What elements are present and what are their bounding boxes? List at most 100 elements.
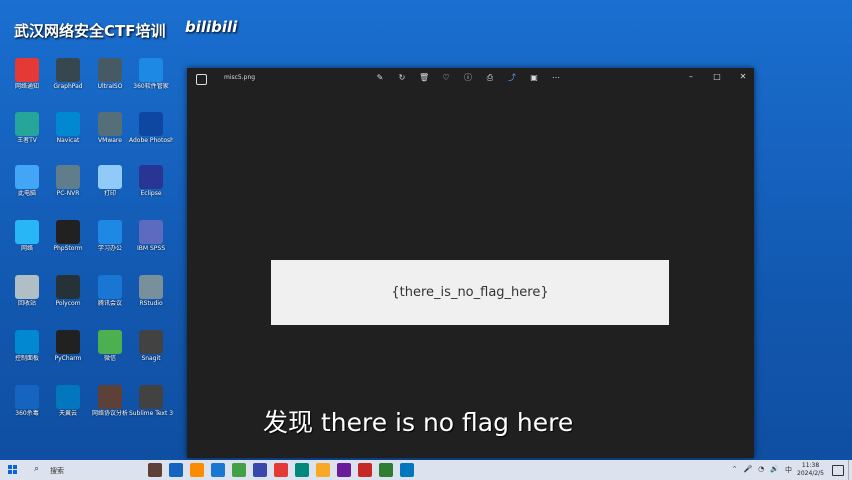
desktop-icon[interactable]: RStudio bbox=[129, 275, 173, 307]
taskbar-app-icon[interactable] bbox=[400, 463, 414, 477]
desktop-app-icon bbox=[56, 385, 80, 409]
taskbar-app-icon[interactable] bbox=[190, 463, 204, 477]
desktop-icon[interactable]: Sublime Text 3 bbox=[129, 385, 173, 417]
show-desktop-button[interactable] bbox=[848, 460, 852, 480]
desktop-icon[interactable]: Snagit bbox=[129, 330, 173, 362]
desktop-icon[interactable]: Eclipse bbox=[129, 165, 173, 197]
network-icon[interactable]: ◔ bbox=[758, 465, 764, 475]
bilibili-logo: bilibili bbox=[185, 18, 238, 36]
notification-icon[interactable] bbox=[832, 465, 844, 476]
search-icon: ⌕ bbox=[34, 464, 40, 474]
share-icon[interactable]: ⤴ bbox=[507, 73, 517, 83]
desktop-app-icon bbox=[15, 330, 39, 354]
taskbar-search[interactable]: ⌕ 搜索 bbox=[30, 463, 140, 477]
print-icon[interactable]: ⎙ bbox=[485, 73, 495, 83]
more-icon[interactable]: ⋯ bbox=[551, 73, 561, 83]
desktop-icon[interactable]: GraphPad bbox=[46, 58, 90, 90]
desktop-icon[interactable]: 360软件管家 bbox=[129, 58, 173, 90]
search-placeholder: 搜索 bbox=[50, 467, 64, 475]
desktop-icon-label: 打印 bbox=[103, 190, 116, 197]
desktop-icon-label: GraphPad bbox=[53, 83, 83, 90]
desktop-icon[interactable]: PyCharm bbox=[46, 330, 90, 362]
desktop-icon[interactable]: IBM SPSS bbox=[129, 220, 173, 252]
favorite-icon[interactable]: ♡ bbox=[441, 73, 451, 83]
desktop-icon-label: Eclipse bbox=[140, 190, 162, 197]
desktop-icon-label: PyCharm bbox=[54, 355, 82, 362]
rotate-icon[interactable]: ↻ bbox=[397, 73, 407, 83]
desktop-icon[interactable]: Polycom bbox=[46, 275, 90, 307]
desktop-icon-label: PC-NVR bbox=[56, 190, 80, 197]
taskbar-app-icon[interactable] bbox=[148, 463, 162, 477]
desktop-icon-label: UltraISO bbox=[97, 83, 123, 90]
clock-time: 11:38 bbox=[801, 462, 820, 469]
info-icon[interactable]: ⓘ bbox=[463, 73, 473, 83]
watermark-text: 武汉网络安全CTF培训 bbox=[14, 22, 166, 40]
desktop-icon[interactable]: VMware bbox=[88, 112, 132, 144]
desktop-app-icon bbox=[98, 165, 122, 189]
desktop-icon[interactable]: 网络通知 bbox=[5, 58, 49, 90]
desktop-icon[interactable]: 腾讯会议 bbox=[88, 275, 132, 307]
desktop-icon[interactable]: 微信 bbox=[88, 330, 132, 362]
desktop-icon[interactable]: 回收站 bbox=[5, 275, 49, 307]
taskbar-apps bbox=[148, 463, 414, 477]
tray-arrow-icon[interactable]: ⌃ bbox=[732, 465, 738, 475]
photos-app-icon bbox=[196, 74, 207, 85]
desktop-icon[interactable]: 控制面板 bbox=[5, 330, 49, 362]
taskbar-app-icon[interactable] bbox=[211, 463, 225, 477]
desktop-icon[interactable]: 网络 bbox=[5, 220, 49, 252]
desktop-icon[interactable]: Adobe Photoshop bbox=[129, 112, 173, 144]
taskbar-app-icon[interactable] bbox=[295, 463, 309, 477]
taskbar-app-icon[interactable] bbox=[358, 463, 372, 477]
minimize-icon[interactable]: – bbox=[686, 72, 696, 82]
desktop-icon[interactable]: 天翼云 bbox=[46, 385, 90, 417]
close-icon[interactable]: ✕ bbox=[738, 72, 748, 82]
desktop-app-icon bbox=[15, 165, 39, 189]
mic-icon[interactable]: 🎤 bbox=[743, 465, 752, 475]
taskbar-app-icon[interactable] bbox=[379, 463, 393, 477]
desktop-app-icon bbox=[139, 220, 163, 244]
desktop-app-icon bbox=[98, 112, 122, 136]
desktop-icon[interactable]: 360杀毒 bbox=[5, 385, 49, 417]
desktop-icon-label: RStudio bbox=[139, 300, 163, 307]
edit-icon[interactable]: ✎ bbox=[375, 73, 385, 83]
desktop-icon-label: Sublime Text 3 bbox=[129, 410, 173, 417]
desktop-icon[interactable]: PhpStorm bbox=[46, 220, 90, 252]
desktop-icon-label: Snagit bbox=[141, 355, 161, 362]
system-tray: ⌃ 🎤 ◔ 🔊 中 bbox=[732, 465, 792, 475]
desktop-app-icon bbox=[56, 112, 80, 136]
taskbar-app-icon[interactable] bbox=[232, 463, 246, 477]
taskbar-app-icon[interactable] bbox=[253, 463, 267, 477]
desktop-app-icon bbox=[56, 58, 80, 82]
delete-icon[interactable]: 🗑 bbox=[419, 73, 429, 83]
desktop-icon-label: 回收站 bbox=[17, 300, 36, 307]
taskbar-app-icon[interactable] bbox=[337, 463, 351, 477]
desktop-icon[interactable]: 学习办公 bbox=[88, 220, 132, 252]
desktop-app-icon bbox=[15, 385, 39, 409]
slideshow-icon[interactable]: ▣ bbox=[529, 73, 539, 83]
maximize-icon[interactable]: □ bbox=[712, 72, 722, 82]
desktop-icon-label: Polycom bbox=[55, 300, 81, 307]
taskbar-app-icon[interactable] bbox=[169, 463, 183, 477]
desktop-icon[interactable]: 王者TV bbox=[5, 112, 49, 144]
taskbar-app-icon[interactable] bbox=[316, 463, 330, 477]
desktop-app-icon bbox=[15, 275, 39, 299]
desktop-app-icon bbox=[56, 220, 80, 244]
viewer-titlebar[interactable]: misc5.png ✎ ↻ 🗑 ♡ ⓘ ⎙ ⤴ ▣ ⋯ – □ ✕ bbox=[187, 68, 754, 90]
taskbar-app-icon[interactable] bbox=[274, 463, 288, 477]
desktop-icon[interactable]: 打印 bbox=[88, 165, 132, 197]
start-button[interactable] bbox=[8, 465, 18, 475]
desktop-icon[interactable]: 此电脑 bbox=[5, 165, 49, 197]
desktop-icon[interactable]: UltraISO bbox=[88, 58, 132, 90]
desktop-icon-label: 360杀毒 bbox=[15, 410, 39, 417]
ime-icon[interactable]: 中 bbox=[785, 465, 792, 475]
window-controls: – □ ✕ bbox=[686, 72, 748, 82]
volume-icon[interactable]: 🔊 bbox=[770, 465, 779, 475]
desktop-app-icon bbox=[98, 220, 122, 244]
desktop-icon[interactable]: PC-NVR bbox=[46, 165, 90, 197]
desktop-icon[interactable]: Navicat bbox=[46, 112, 90, 144]
desktop-app-icon bbox=[139, 165, 163, 189]
clock-date: 2024/2/5 bbox=[797, 470, 824, 477]
desktop-icon[interactable]: 网络协议分析 bbox=[88, 385, 132, 417]
photo-viewer-window[interactable]: misc5.png ✎ ↻ 🗑 ♡ ⓘ ⎙ ⤴ ▣ ⋯ – □ ✕ {there… bbox=[187, 68, 754, 458]
clock[interactable]: 11:38 2024/2/5 bbox=[797, 462, 824, 478]
